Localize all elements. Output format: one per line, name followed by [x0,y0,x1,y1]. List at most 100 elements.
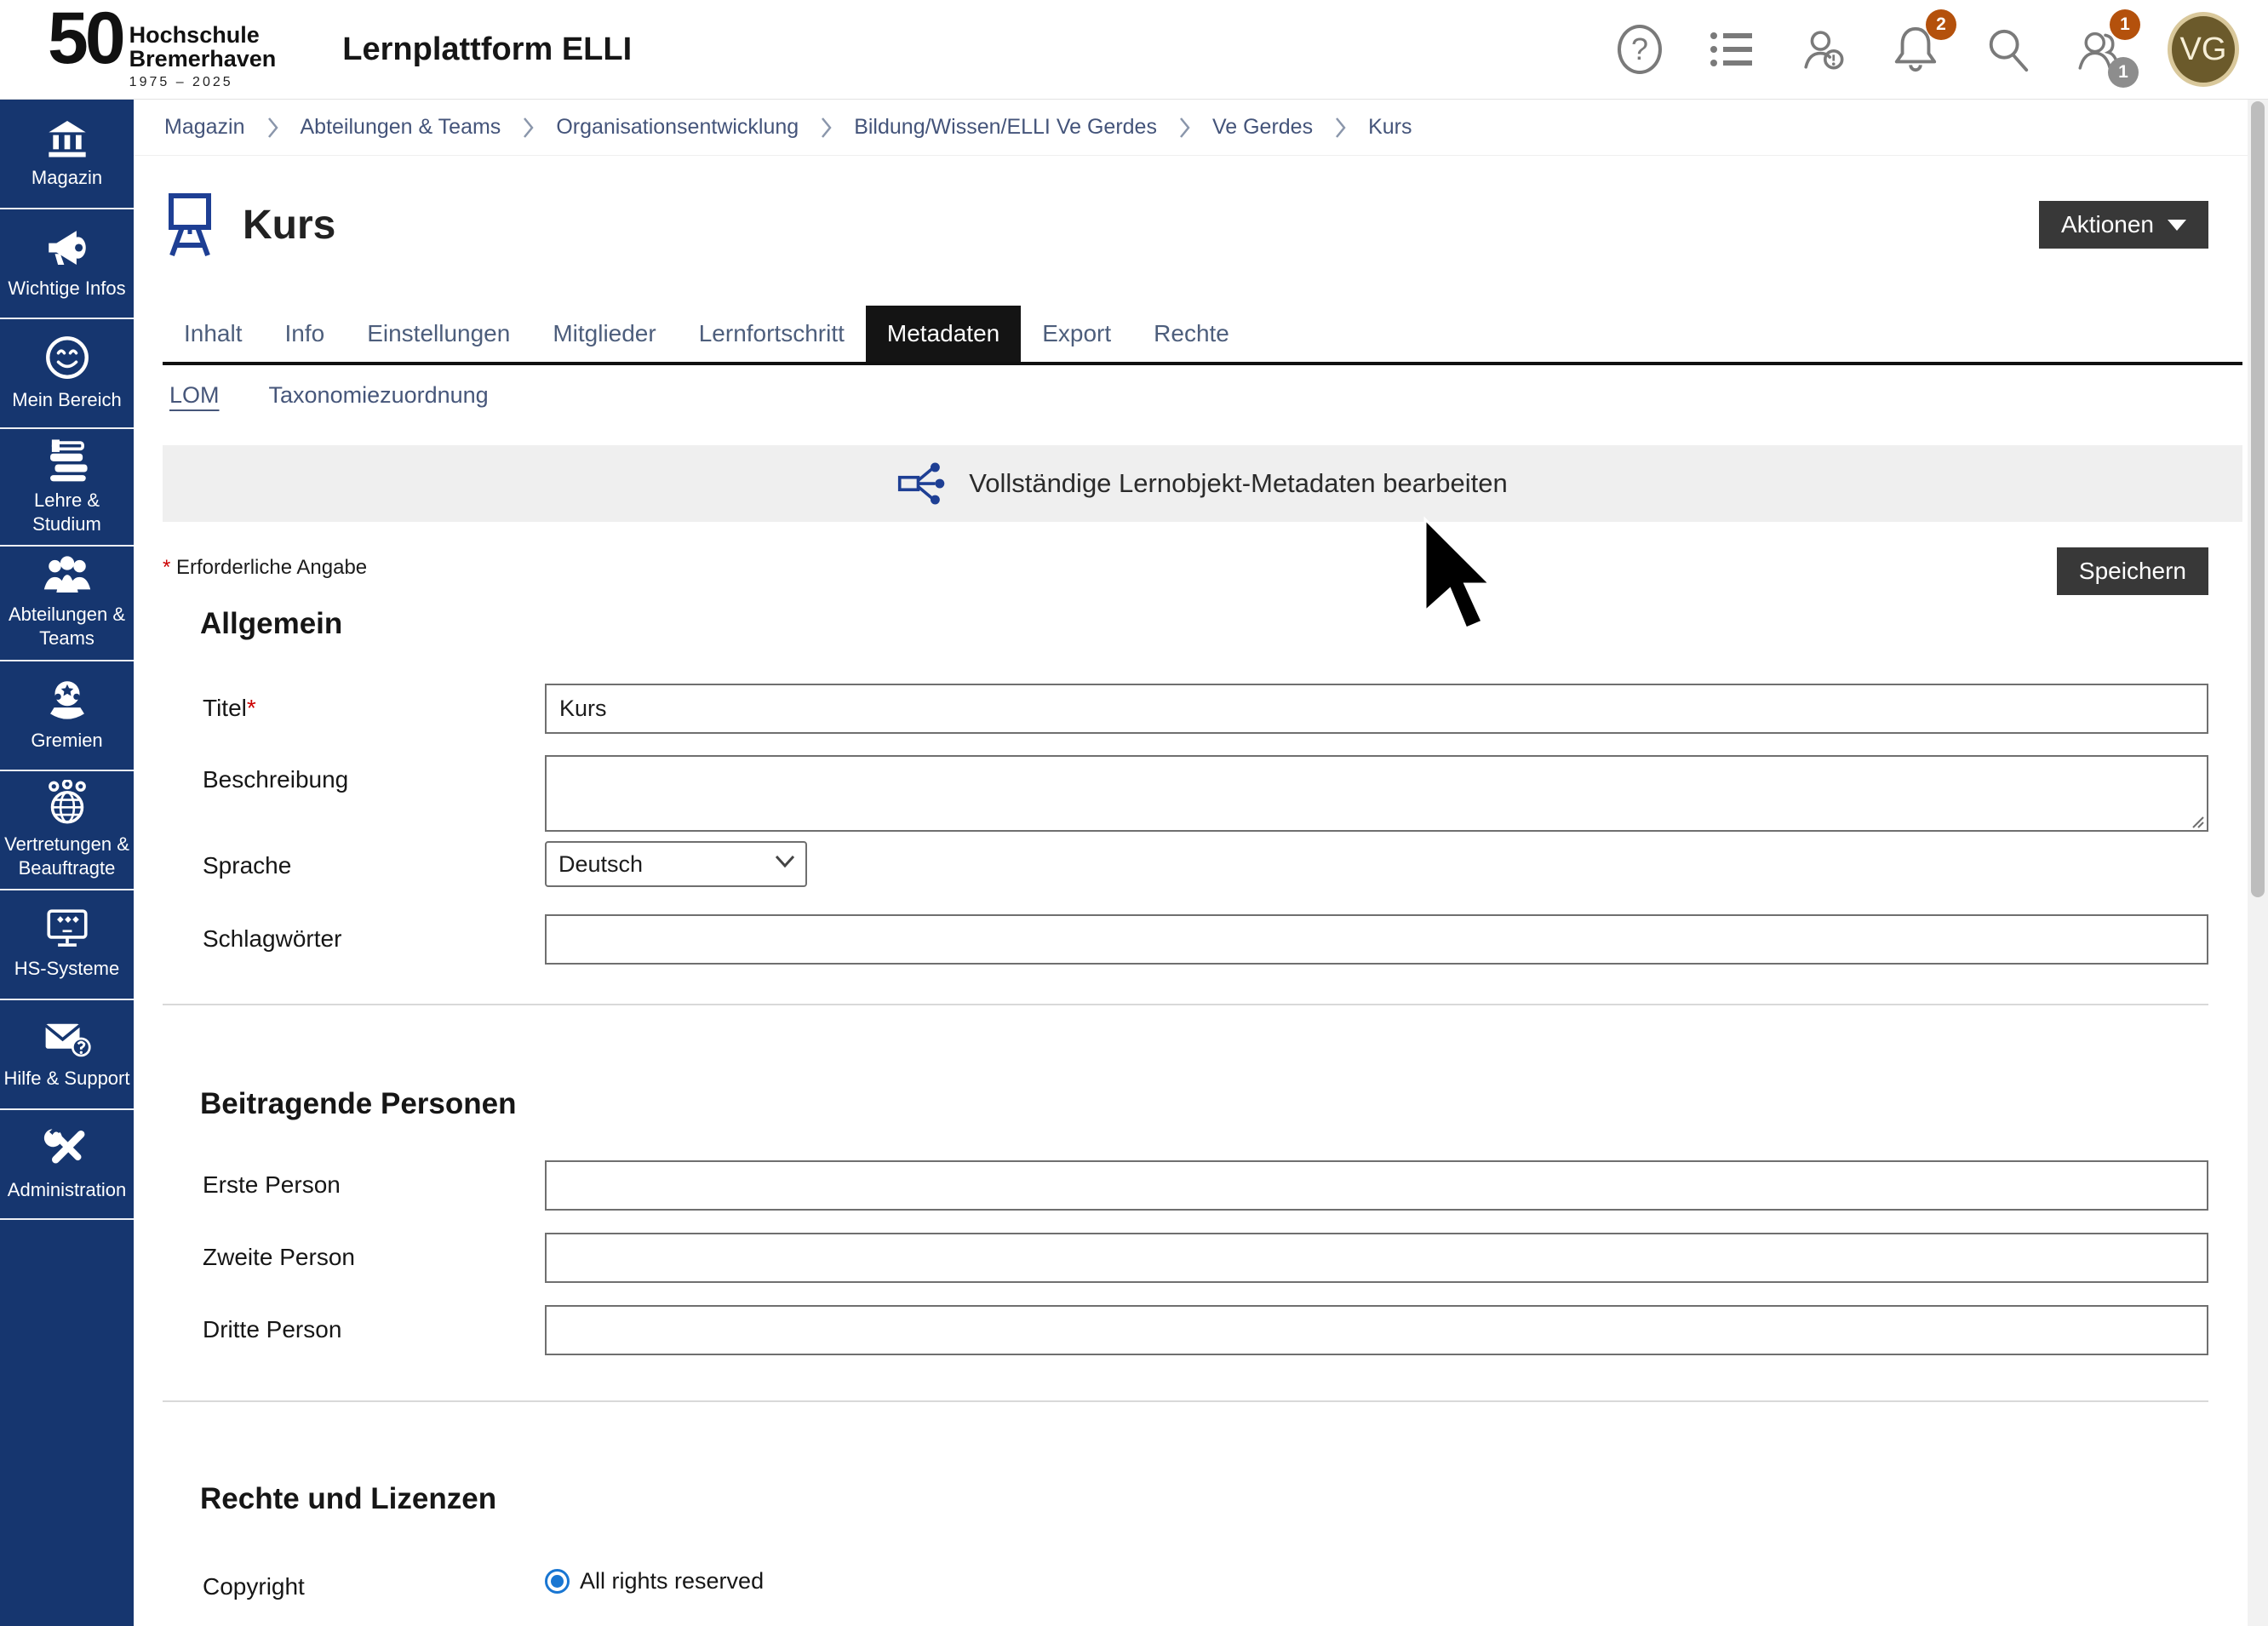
sidebar-item-magazin[interactable]: Magazin [0,100,134,209]
breadcrumb-item-ve-gerdes[interactable]: Ve Gerdes [1212,115,1313,140]
app-title: Lernplattform ELLI [342,31,632,68]
tab-metadaten[interactable]: Metadaten [866,306,1021,362]
sidebar-item-label: Gremien [31,729,102,753]
erste-person-label: Erste Person [203,1160,545,1199]
form-row-copyright: Copyright All rights reserved [203,1562,2208,1600]
tab-inhalt[interactable]: Inhalt [163,306,264,362]
breadcrumb-item-bildung-wissen[interactable]: Bildung/Wissen/ELLI Ve Gerdes [854,115,1157,140]
user-avatar[interactable]: VG [2168,12,2239,87]
title-row: Kurs Aktionen [163,192,2208,258]
top-header: 50 Hochschule Bremerhaven 1975 – 2025 Le… [0,0,2268,100]
notifications-badge: 2 [1926,9,1956,40]
screen: 50 Hochschule Bremerhaven 1975 – 2025 Le… [0,0,2268,1626]
sidebar-item-hilfe-support[interactable]: Hilfe & Support [0,1000,134,1110]
section-divider [163,1400,2208,1402]
tab-export[interactable]: Export [1021,306,1132,362]
form-row-sprache: Sprache Deutsch [203,841,2208,887]
section-heading-beitragende: Beitragende Personen [200,1087,2248,1121]
edit-full-metadata-banner[interactable]: Vollständige Lernobjekt-Metadaten bearbe… [163,445,2242,522]
logo-line2: Bremerhaven [129,48,277,72]
university-logo[interactable]: 50 Hochschule Bremerhaven 1975 – 2025 [48,9,276,89]
logo-anniversary-number: 50 [48,9,123,69]
scrollbar-thumb[interactable] [2251,101,2265,897]
sidebar-filler [0,1220,134,1626]
breadcrumb-item-abteilungen[interactable]: Abteilungen & Teams [301,115,501,140]
breadcrumb-item-organisationsentwicklung[interactable]: Organisationsentwicklung [556,115,799,140]
mail-question-icon [43,1017,92,1060]
erste-person-input[interactable] [545,1160,2208,1211]
zweite-person-input[interactable] [545,1233,2208,1283]
required-note: * Erforderliche Angabe [163,547,367,580]
sidebar-item-label: Magazin [32,166,102,190]
chevron-right-icon [523,117,534,139]
tab-bar: Inhalt Info Einstellungen Mitglieder Ler… [163,306,2242,365]
logo-years: 1975 – 2025 [129,75,277,90]
aktionen-button[interactable]: Aktionen [2039,201,2208,249]
sidebar-item-mein-bereich[interactable]: Mein Bereich [0,319,134,429]
banner-label: Vollständige Lernobjekt-Metadaten bearbe… [969,468,1508,499]
sidebar-item-lehre-studium[interactable]: Lehre & Studium [0,429,134,547]
chevron-right-icon [1335,117,1346,139]
titel-input[interactable] [545,684,2208,734]
search-button[interactable] [1984,23,2031,76]
user-status-button[interactable] [1800,23,1847,76]
form-row-schlagwoerter: Schlagwörter [203,914,2208,965]
sidebar-item-hs-systeme[interactable]: HS-Systeme [0,890,134,1000]
section-heading-rechte: Rechte und Lizenzen [200,1482,2248,1516]
schlagwoerter-input[interactable] [545,914,2208,965]
contacts-badge-total: 1 [2108,57,2139,88]
form-header: * Erforderliche Angabe Speichern [163,547,2208,595]
sidebar-item-label: Hilfe & Support [4,1067,130,1091]
caret-down-icon [2168,220,2186,231]
contacts-button[interactable]: 1 1 [2076,23,2123,76]
help-icon: ? [1618,25,1662,74]
sidebar-item-label: Lehre & Studium [3,489,130,536]
task-list-button[interactable] [1708,23,1755,76]
schlagwoerter-label: Schlagwörter [203,914,545,953]
tab-einstellungen[interactable]: Einstellungen [346,306,531,362]
tab-rechte[interactable]: Rechte [1132,306,1251,362]
vertical-scrollbar[interactable] [2248,100,2268,1626]
subtab-taxonomiezuordnung[interactable]: Taxonomiezuordnung [269,382,489,409]
sprache-select[interactable]: Deutsch [545,841,807,887]
share-network-icon [897,460,947,507]
notifications-button[interactable]: 2 [1892,23,1939,76]
radio-dot [551,1575,564,1588]
tab-info[interactable]: Info [264,306,346,362]
bank-icon [44,117,90,159]
people-group-icon [43,555,92,596]
breadcrumb-item-kurs[interactable]: Kurs [1368,115,1412,140]
chevron-right-icon [821,117,832,139]
sidebar-item-wichtige-infos[interactable]: Wichtige Infos [0,209,134,319]
dritte-person-input[interactable] [545,1305,2208,1355]
tools-icon [43,1125,91,1171]
help-button[interactable]: ? [1616,23,1664,76]
sidebar-item-vertretungen[interactable]: Vertretungen & Beauftragte [0,771,134,890]
sidebar-item-gremien[interactable]: Gremien [0,661,134,771]
sprache-label: Sprache [203,841,545,879]
speichern-button[interactable]: Speichern [2057,547,2208,595]
megaphone-icon [43,226,92,270]
search-icon [1984,25,2031,74]
subtab-lom[interactable]: LOM [169,382,220,409]
zweite-person-label: Zweite Person [203,1233,545,1271]
tab-lernfortschritt[interactable]: Lernfortschritt [678,306,866,362]
section-divider [163,1004,2208,1005]
beschreibung-label: Beschreibung [203,755,545,793]
sidebar-item-administration[interactable]: Administration [0,1110,134,1220]
form-row-dritte-person: Dritte Person [203,1305,2208,1355]
sidebar-item-abteilungen-teams[interactable]: Abteilungen & Teams [0,547,134,661]
sidebar-item-label: Abteilungen & Teams [3,603,130,650]
books-icon [43,438,92,482]
committee-icon [43,678,92,722]
copyright-label: Copyright [203,1562,545,1600]
breadcrumb-item-magazin[interactable]: Magazin [164,115,245,140]
contacts-badge-new: 1 [2110,9,2140,40]
dritte-person-label: Dritte Person [203,1305,545,1343]
tab-mitglieder[interactable]: Mitglieder [531,306,677,362]
beschreibung-textarea[interactable] [545,755,2208,832]
header-icon-bar: ? [1616,12,2239,87]
copyright-radio[interactable] [545,1569,570,1594]
sidebar-item-label: Mein Bereich [12,388,121,412]
sidebar-item-label: HS-Systeme [14,957,119,981]
